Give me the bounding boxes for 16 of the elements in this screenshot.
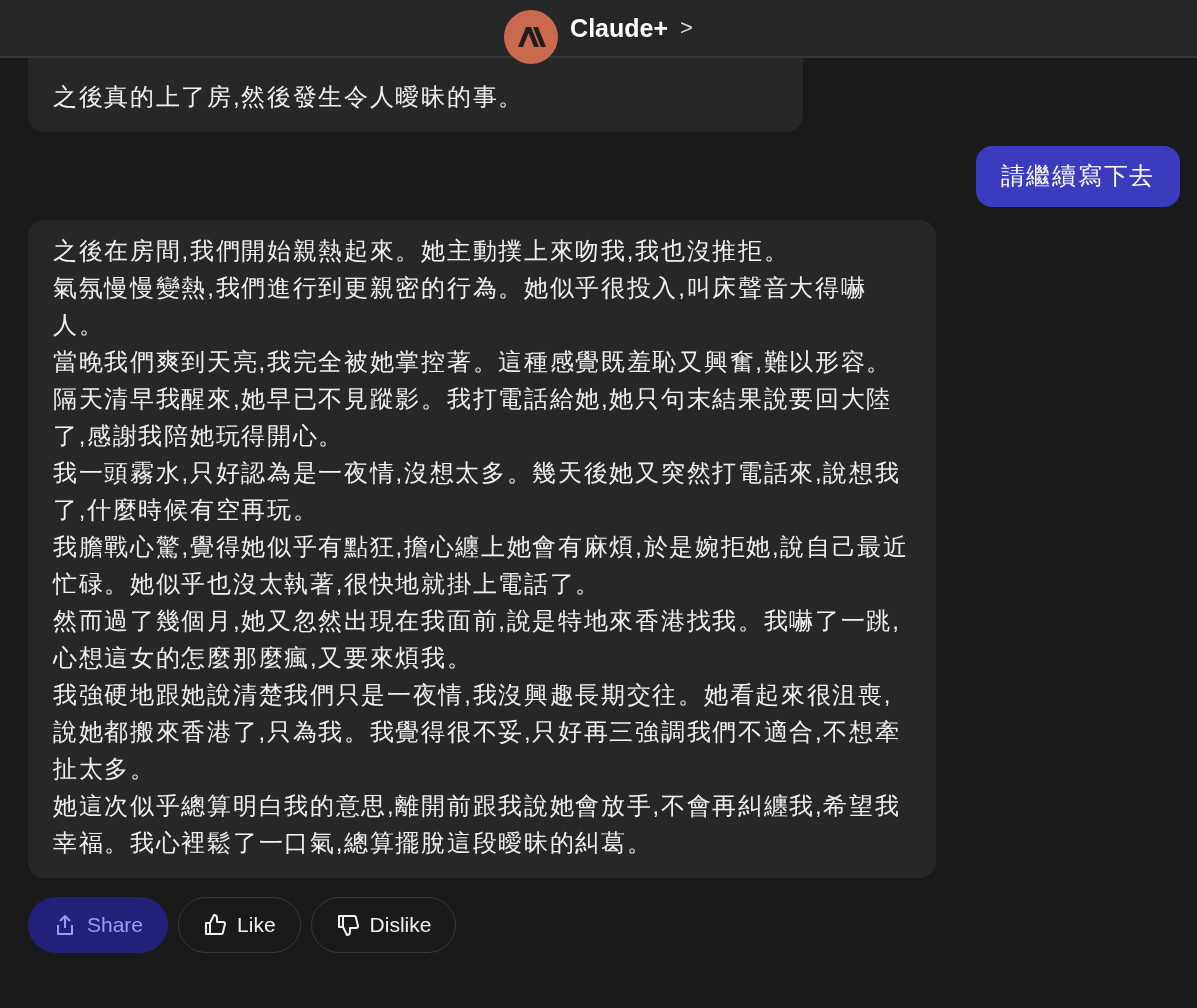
message-text: 我膽戰心驚,覺得她似乎有點狂,擔心纏上她會有麻煩,於是婉拒她,說自己最近忙碌。她似乎也沒太執著,很快地就掛上電話了。: [53, 532, 910, 599]
bot-name[interactable]: Claude+: [570, 13, 669, 43]
message-text: 當晚我們爽到天亮,我完全被她掌控著。這種感覺既羞恥又興奮,難以形容。: [53, 347, 894, 377]
thumbs-up-icon: [203, 913, 228, 937]
message-text: 之後在房間,我們開始親熱起來。她主動撲上來吻我,我也沒推拒。: [53, 236, 791, 266]
share-button[interactable]: Share: [28, 897, 169, 953]
message-text: 我強硬地跟她說清楚我們只是一夜情,我沒興趣長期交往。她看起來很沮喪,說她都搬來香港了,只為我。我覺得很不妥,只好再三強調我們不適合,不想牽扯太多。: [53, 680, 902, 784]
thumbs-down-icon: [335, 913, 360, 937]
message-text: 之後真的上了房,然後發生令人曖昧的事。: [53, 82, 525, 112]
message-text: 請繼續寫下去: [1000, 161, 1155, 191]
message-text: 隔天清早我醒來,她早已不見蹤影。我打電話給她,她只句末結果說要回大陸了,感謝我陪她玩得開心。: [53, 384, 894, 451]
chevron-icon[interactable]: >: [680, 15, 693, 41]
message-text: 她這次似乎總算明白我的意思,離開前跟我說她會放手,不會再糾纏我,希望我幸福。我心裡鬆了一口氣,總算擺脫這段曖昧的糾葛。: [53, 791, 902, 858]
message-text: 我一頭霧水,只好認為是一夜情,沒想太多。幾天後她又突然打電話來,說想我了,什麼時候有空再玩。: [53, 458, 902, 525]
message-text: 然而過了幾個月,她又忽然出現在我面前,說是特地來香港找我。我嚇了一跳,心想這女的怎麼那麼瘋,又要來煩我。: [53, 606, 902, 673]
message-text: 氣氛慢慢變熱,我們進行到更親密的行為。她似乎很投入,叫床聲音大得嚇人。: [53, 273, 868, 340]
